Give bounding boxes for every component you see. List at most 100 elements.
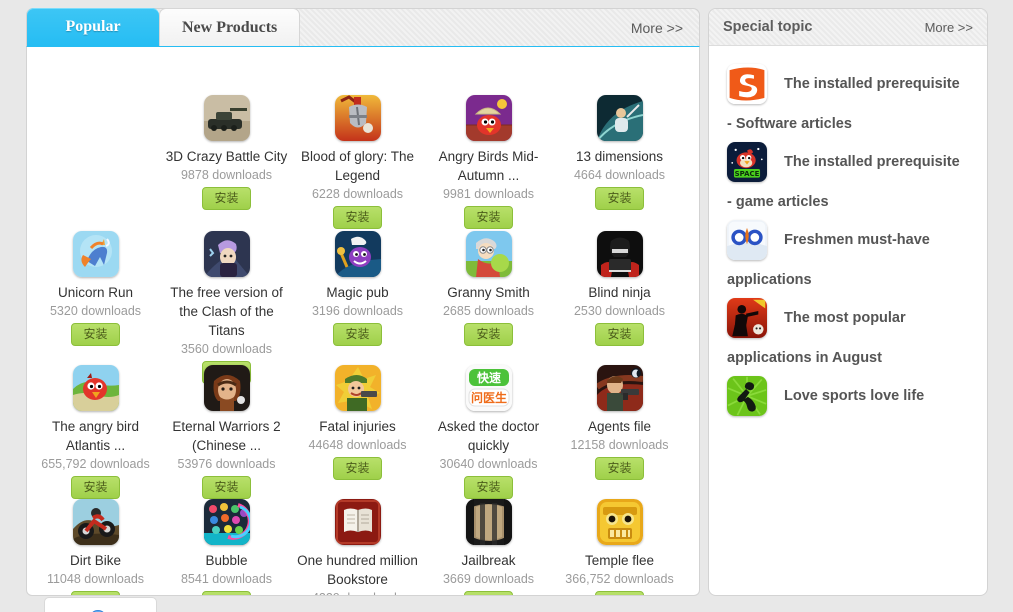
- app-card[interactable]: The angry bird Atlantis ... 655,792 downl…: [30, 365, 161, 499]
- knight-icon[interactable]: [334, 95, 381, 141]
- install-button[interactable]: 安装: [71, 591, 120, 595]
- app-card[interactable]: Angry Birds Mid-Autumn ... 9981 downloads…: [423, 95, 554, 229]
- soldier-icon[interactable]: [334, 365, 381, 411]
- browser-icon: [92, 610, 104, 612]
- warrior-icon[interactable]: [203, 365, 250, 411]
- app-card[interactable]: Agents file 12158 downloads 安装: [554, 365, 685, 480]
- app-card[interactable]: Granny Smith 2685 downloads 安装: [423, 231, 554, 346]
- install-button[interactable]: 安装: [202, 591, 251, 595]
- app-name[interactable]: Angry Birds Mid-Autumn ...: [423, 147, 554, 185]
- app-name[interactable]: Granny Smith: [423, 283, 554, 302]
- install-button[interactable]: 安装: [202, 187, 251, 210]
- app-card[interactable]: Blood of glory: The Legend 6228 downloads…: [292, 95, 423, 229]
- agent-icon[interactable]: [596, 365, 643, 411]
- angrybird-space-icon[interactable]: SPACE: [727, 142, 767, 182]
- tab-new-products[interactable]: New Products: [159, 8, 301, 46]
- app-name[interactable]: 13 dimensions: [554, 147, 685, 166]
- app-card[interactable]: Temple flee 366,752 downloads 安装: [554, 499, 685, 595]
- bubble-icon[interactable]: [203, 499, 250, 545]
- dimensions-icon[interactable]: [596, 95, 643, 141]
- special-topic-item[interactable]: SPACE The installed prerequisite - game ar…: [709, 136, 987, 214]
- special-topic-item[interactable]: Freshmen must-have applications: [709, 214, 987, 292]
- install-button[interactable]: 安装: [464, 323, 513, 346]
- app-name[interactable]: Jailbreak: [423, 551, 554, 570]
- sports-icon[interactable]: [727, 376, 767, 416]
- app-card[interactable]: Jailbreak 3669 downloads 安装: [423, 499, 554, 595]
- app-name[interactable]: Eternal Warriors 2 (Chinese ...: [161, 417, 292, 455]
- app-card[interactable]: Bubble 8541 downloads 安装: [161, 499, 292, 595]
- app-name[interactable]: One hundred million Bookstore: [292, 551, 423, 589]
- tab-popular[interactable]: Popular: [27, 8, 159, 46]
- install-button[interactable]: 安装: [464, 476, 513, 499]
- tab-popular-label: Popular: [65, 18, 121, 35]
- app-name[interactable]: Temple flee: [554, 551, 685, 570]
- install-button[interactable]: 安装: [464, 591, 513, 595]
- install-button[interactable]: 安装: [71, 323, 120, 346]
- install-button[interactable]: 安装: [333, 457, 382, 480]
- install-button[interactable]: 安装: [202, 476, 251, 499]
- install-button[interactable]: 安装: [595, 323, 644, 346]
- freshmen-icon[interactable]: [727, 220, 767, 260]
- granny-icon[interactable]: [465, 231, 512, 277]
- app-name[interactable]: Blood of glory: The Legend: [292, 147, 423, 185]
- sogou-s-icon[interactable]: [727, 64, 767, 104]
- install-button[interactable]: 安装: [595, 457, 644, 480]
- app-card[interactable]: Blind ninja 2530 downloads 安装: [554, 231, 685, 346]
- app-name[interactable]: Fatal injuries: [292, 417, 423, 436]
- angrybird-hat-icon[interactable]: [465, 95, 512, 141]
- book-icon[interactable]: [334, 499, 381, 545]
- jailbreak-icon[interactable]: [465, 499, 512, 545]
- tank-icon[interactable]: [203, 95, 250, 141]
- bottom-partial-card[interactable]: [44, 597, 157, 612]
- topic-subtitle: applications: [727, 272, 812, 288]
- app-name[interactable]: The free version of the Clash of the Tit…: [161, 283, 292, 340]
- install-button[interactable]: 安装: [595, 187, 644, 210]
- app-name[interactable]: Unicorn Run: [30, 283, 161, 302]
- topic-title: The installed prerequisite: [784, 154, 960, 170]
- angrybird-icon[interactable]: [72, 365, 119, 411]
- app-card[interactable]: 快速 问医生 Asked the doctor quickly 30640 downl…: [423, 365, 554, 499]
- app-card[interactable]: Dirt Bike 11048 downloads 安装: [30, 499, 161, 595]
- app-name[interactable]: Magic pub: [292, 283, 423, 302]
- app-download-count: 2685 downloads: [442, 304, 535, 318]
- topic-subtitle: - game articles: [727, 194, 829, 210]
- app-download-count: 44648 downloads: [308, 438, 407, 452]
- install-button[interactable]: 安装: [464, 206, 513, 229]
- app-name[interactable]: Blind ninja: [554, 283, 685, 302]
- install-button[interactable]: 安装: [595, 591, 644, 595]
- app-card[interactable]: Magic pub 3196 downloads 安装: [292, 231, 423, 346]
- unicorn-icon[interactable]: [72, 231, 119, 277]
- shooter-icon[interactable]: [727, 298, 767, 338]
- app-name[interactable]: 3D Crazy Battle City: [161, 147, 292, 166]
- app-card[interactable]: 13 dimensions 4664 downloads 安装: [554, 95, 685, 210]
- app-card[interactable]: Eternal Warriors 2 (Chinese ... 53976 dow…: [161, 365, 292, 499]
- install-button[interactable]: 安装: [333, 323, 382, 346]
- app-card[interactable]: Fatal injuries 44648 downloads 安装: [292, 365, 423, 480]
- special-topic-item[interactable]: Love sports love life: [709, 370, 987, 420]
- install-button[interactable]: 安装: [333, 206, 382, 229]
- app-card[interactable]: 3D Crazy Battle City 9878 downloads 安装: [161, 95, 292, 210]
- titans-icon[interactable]: [203, 231, 250, 277]
- app-name[interactable]: Agents file: [554, 417, 685, 436]
- doctor-icon[interactable]: 快速 问医生: [465, 365, 512, 411]
- app-card[interactable]: The free version of the Clash of the Tit…: [161, 231, 292, 384]
- magicpub-icon[interactable]: [334, 231, 381, 277]
- install-button[interactable]: 安装: [71, 476, 120, 499]
- app-card[interactable]: One hundred million Bookstore4229 downlo…: [292, 499, 423, 595]
- app-name[interactable]: Bubble: [161, 551, 292, 570]
- special-topic-item[interactable]: The installed prerequisite - Software art…: [709, 58, 987, 136]
- main-more-link[interactable]: More >>: [631, 20, 699, 46]
- special-topic-item[interactable]: The most popular applications in August: [709, 292, 987, 370]
- temple-icon[interactable]: [596, 499, 643, 545]
- special-topic-more-link[interactable]: More >>: [925, 20, 973, 35]
- ninja-icon[interactable]: [596, 231, 643, 277]
- topic-title: Freshmen must-have: [784, 232, 930, 248]
- app-download-count: 9878 downloads: [180, 168, 273, 182]
- dirtbike-icon[interactable]: [72, 499, 119, 545]
- app-name[interactable]: Dirt Bike: [30, 551, 161, 570]
- app-card[interactable]: Unicorn Run 5320 downloads 安装: [30, 231, 161, 346]
- app-name[interactable]: The angry bird Atlantis ...: [30, 417, 161, 455]
- app-download-count: 6228 downloads: [311, 187, 404, 201]
- app-download-count: 8541 downloads: [180, 572, 273, 586]
- app-name[interactable]: Asked the doctor quickly: [423, 417, 554, 455]
